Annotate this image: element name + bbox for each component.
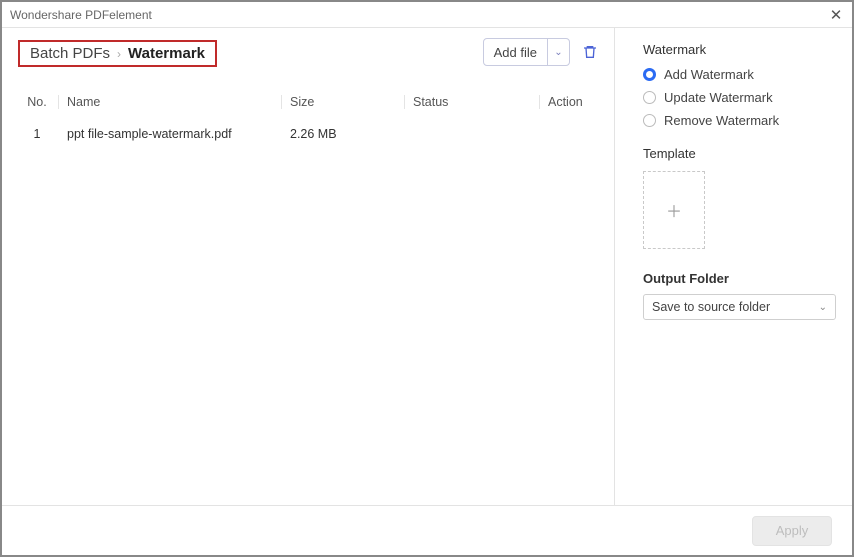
radio-remove-watermark[interactable]: Remove Watermark bbox=[643, 113, 836, 128]
close-icon[interactable]: ✕ bbox=[828, 6, 844, 24]
col-status: Status bbox=[409, 89, 539, 115]
title-bar: Wondershare PDFelement ✕ bbox=[2, 2, 852, 28]
settings-panel: Watermark Add Watermark Update Watermark… bbox=[614, 28, 852, 505]
radio-add-watermark[interactable]: Add Watermark bbox=[643, 67, 836, 82]
col-no: No. bbox=[16, 89, 58, 115]
apply-button[interactable]: Apply bbox=[752, 516, 832, 546]
chevron-down-icon[interactable]: ⌄ bbox=[547, 39, 569, 65]
table-header: No. Name Size Status Action bbox=[12, 89, 604, 115]
breadcrumb: Batch PDFs › Watermark bbox=[18, 40, 217, 67]
add-file-button[interactable]: Add file ⌄ bbox=[483, 38, 570, 66]
radio-icon bbox=[643, 91, 656, 104]
output-folder-label: Output Folder bbox=[643, 271, 836, 286]
radio-icon bbox=[643, 114, 656, 127]
template-section-title: Template bbox=[643, 146, 836, 161]
radio-icon bbox=[643, 68, 656, 81]
watermark-section-title: Watermark bbox=[643, 42, 836, 57]
window-title: Wondershare PDFelement bbox=[10, 8, 828, 22]
footer: Apply bbox=[2, 505, 852, 555]
col-size: Size bbox=[286, 89, 404, 115]
breadcrumb-root[interactable]: Batch PDFs bbox=[30, 45, 110, 62]
add-template-button[interactable]: ＋ bbox=[643, 171, 705, 249]
delete-icon[interactable] bbox=[580, 42, 600, 62]
chevron-down-icon: ⌄ bbox=[819, 302, 827, 313]
file-panel: Batch PDFs › Watermark Add file ⌄ No. Na… bbox=[2, 28, 614, 505]
table-row[interactable]: 1 ppt file-sample-watermark.pdf 2.26 MB bbox=[12, 121, 604, 147]
plus-icon: ＋ bbox=[666, 198, 682, 222]
output-folder-select[interactable]: Save to source folder ⌄ bbox=[643, 294, 836, 320]
radio-update-watermark[interactable]: Update Watermark bbox=[643, 90, 836, 105]
col-name: Name bbox=[63, 89, 281, 115]
breadcrumb-current: Watermark bbox=[128, 45, 205, 62]
table-body: 1 ppt file-sample-watermark.pdf 2.26 MB bbox=[12, 121, 604, 147]
col-action: Action bbox=[544, 89, 600, 115]
chevron-right-icon: › bbox=[117, 47, 121, 61]
